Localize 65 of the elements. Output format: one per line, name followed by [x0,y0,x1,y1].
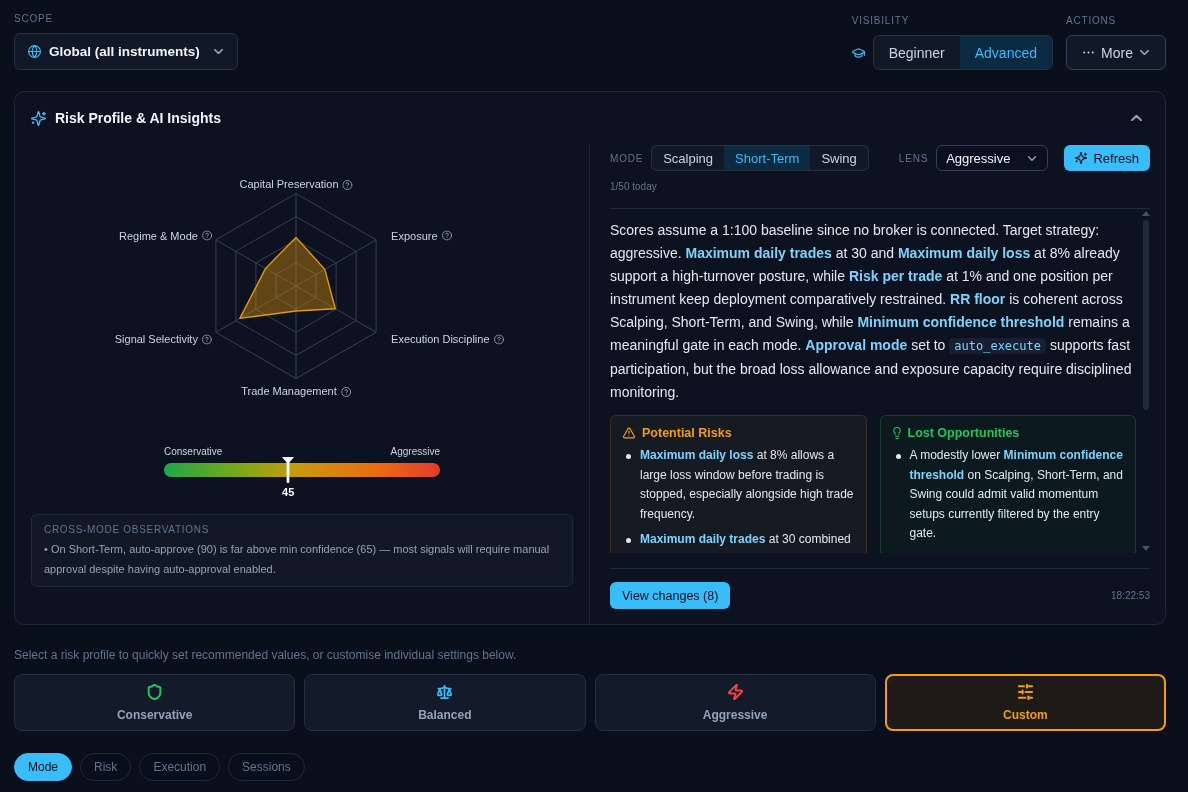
sparkles-icon [1075,152,1088,164]
chevron-down-icon [1139,50,1149,55]
scale-label: Conservative [164,446,223,458]
risk-text: Maximum daily loss at 8% allows a large loss window before trading is stopped, especially alongside high trade frequency. [640,447,855,523]
help-icon[interactable] [441,230,452,241]
help-icon[interactable] [493,334,504,345]
profile-card[interactable]: Aggressive [594,674,876,731]
axis-label: Exposure [391,229,438,243]
chevron-up-icon [1131,115,1142,121]
chevron-down-icon [213,49,223,54]
axis-label: Trade Management [241,385,337,398]
meter-reading: 45 [282,486,295,499]
card-title: Lost Opportunities [907,425,1020,441]
opportunity-text: A modestly lower Minimum confidence threshold on Scalping, Short-Term, and Swing could admit valid momentum setups currently filtered by the entry gate. [909,447,1124,542]
timestamp: 18:22:53 [1111,590,1150,601]
axis-label: Execution Discipline [391,332,490,346]
mode-option[interactable]: Swing [810,146,868,170]
help-icon[interactable] [201,334,212,345]
lightbulb-icon [892,427,901,439]
help-icon[interactable] [201,230,212,241]
mode-option[interactable]: Short-Term [724,146,811,170]
mode-option[interactable]: Scalping [652,146,725,170]
scale-label: Aggressive [390,446,440,458]
actions-label: ACTIONS [1066,15,1117,27]
scope-label: SCOPE [14,13,53,25]
visibility-label: VISIBILITY [851,15,910,27]
meter-thumb[interactable] [282,457,295,483]
profile-hint: Select a risk profile to quickly set recommended values, or customise individual settings below. [14,648,518,662]
risk-text: Maximum daily trades at 30 combined [640,531,851,548]
profile-card[interactable]: Custom [884,674,1166,731]
help-icon[interactable] [340,386,351,397]
lens-label: LENS [898,152,929,164]
mode-label: MODE [610,152,644,164]
graduation-cap-icon [851,47,865,58]
summary-text: Scores assume a 1:100 baseline since no broker is connected. Target strategy: aggressive. Maximum daily trades at 30 and Maximum daily loss at 8% already support a high-turnover posture, while Risk per trade at 1% and one position per instrument keep deployment comparatively restrained. RR floor is coherent across Scalping, Short-Term, and Swing, while Minimum confidence threshold remains a meaningful gate in each mode. Approval mode set to auto_execute supports fast participation, but the broad loss allowance and exposure capacity require disciplined monitoring. [610,221,1133,402]
panel-title: Risk Profile & AI Insights [55,110,221,126]
sparkles-icon [31,110,46,126]
profile-card[interactable]: Balanced [304,674,586,731]
globe-icon [28,45,41,58]
profile-card[interactable]: Conservative [14,674,296,731]
lens-dropdown[interactable]: Aggressive [936,145,1049,171]
chevron-down-icon [1028,155,1037,161]
card-title: Potential Risks [642,425,732,441]
scroll-up-icon[interactable] [1142,211,1150,216]
visibility-option[interactable]: Advanced [959,36,1052,69]
scroll-down-icon[interactable] [1142,546,1150,551]
observation-text: • On Short-Term, auto-approve (90) is far above min confidence (65) — most signals will require manual approval despite having auto-approval enabled. [44,542,551,577]
refresh-button[interactable]: Refresh [1064,145,1150,171]
axis-label: Regime & Mode [119,229,198,243]
usage-text: 1/50 today [610,181,658,193]
more-button[interactable]: More [1066,35,1166,70]
warning-icon [623,427,635,439]
ellipsis-icon [1083,51,1095,54]
bullet-icon [895,454,901,459]
visibility-option[interactable]: Beginner [873,36,960,69]
scrollbar-thumb[interactable] [1143,220,1149,410]
axis-label: Capital Preservation [239,178,339,191]
axis-label: Signal Selectivity [114,332,198,346]
settings-tab[interactable]: Mode [14,753,73,781]
bullet-icon [626,538,631,543]
scope-dropdown[interactable]: Global (all instruments) [14,33,238,70]
help-icon[interactable] [342,179,353,190]
view-changes-button[interactable]: View changes (8) [610,582,731,609]
bullet-icon [626,454,631,459]
observations-title: CROSS-MODE OBSERVATIONS [44,523,210,537]
